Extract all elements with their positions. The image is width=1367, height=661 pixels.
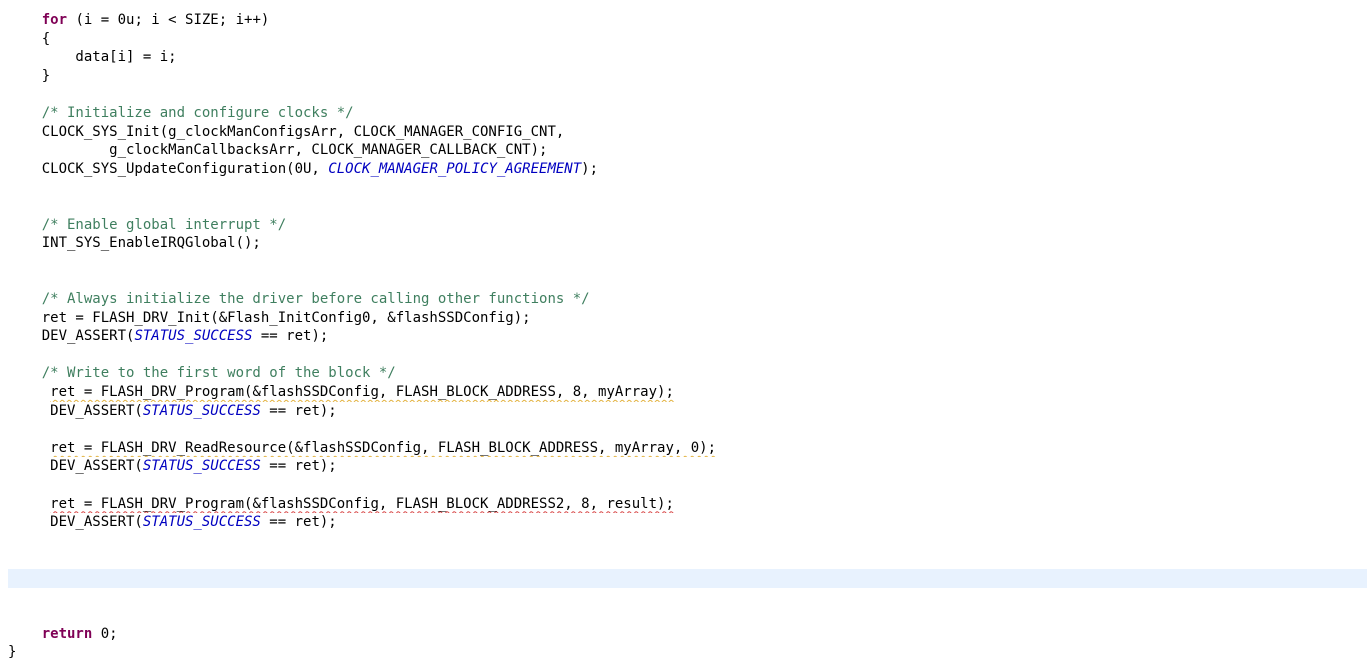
enum-constant-token: STATUS_SUCCESS xyxy=(142,514,261,531)
code-token: DEV_ASSERT( xyxy=(8,402,143,419)
code-line[interactable]: CLOCK_SYS_UpdateConfiguration(0U, CLOCK_… xyxy=(8,160,1367,179)
code-line[interactable]: g_clockManCallbacksArr, CLOCK_MANAGER_CA… xyxy=(8,141,1367,160)
code-line[interactable] xyxy=(8,253,1367,272)
code-line[interactable]: return 0; xyxy=(8,625,1367,644)
code-line[interactable] xyxy=(8,588,1367,607)
error-underlined-code: ret = FLASH_DRV_Program(&flashSSDConfig,… xyxy=(50,495,674,512)
code-line[interactable]: { xyxy=(8,30,1367,49)
code-token: { xyxy=(8,30,51,47)
enum-constant-token: STATUS_SUCCESS xyxy=(142,402,261,419)
code-token: DEV_ASSERT( xyxy=(8,328,135,345)
code-line[interactable] xyxy=(8,271,1367,290)
code-token: DEV_ASSERT( xyxy=(8,514,143,531)
code-token: == ret); xyxy=(260,458,337,475)
code-line[interactable]: /* Write to the first word of the block … xyxy=(8,364,1367,383)
current-line[interactable] xyxy=(8,569,1367,588)
code-line[interactable]: DEV_ASSERT(STATUS_SUCCESS == ret); xyxy=(8,457,1367,476)
keyword-token: for xyxy=(8,12,68,28)
code-line[interactable] xyxy=(8,85,1367,104)
code-token: 0; xyxy=(92,625,118,642)
code-line[interactable]: CLOCK_SYS_Init(g_clockManConfigsArr, CLO… xyxy=(8,123,1367,142)
code-line[interactable] xyxy=(8,550,1367,569)
comment-token: /* Write to the first word of the block … xyxy=(8,365,396,382)
code-line[interactable] xyxy=(8,346,1367,365)
code-editor[interactable]: for (i = 0u; i < SIZE; i++) { data[i] = … xyxy=(0,0,1367,661)
code-token: } xyxy=(8,644,17,661)
code-line[interactable]: /* Initialize and configure clocks */ xyxy=(8,104,1367,123)
code-line[interactable] xyxy=(8,197,1367,216)
code-token: g_clockManCallbacksArr, CLOCK_MANAGER_CA… xyxy=(8,142,548,159)
code-line[interactable]: DEV_ASSERT(STATUS_SUCCESS == ret); xyxy=(8,513,1367,532)
code-token: == ret); xyxy=(252,328,329,345)
code-line[interactable]: } xyxy=(8,67,1367,86)
code-token: ret = FLASH_DRV_Init(&Flash_InitConfig0,… xyxy=(8,309,531,326)
code-line[interactable]: /* Always initialize the driver before c… xyxy=(8,290,1367,309)
code-line[interactable] xyxy=(8,178,1367,197)
code-line[interactable] xyxy=(8,476,1367,495)
code-token: INT_SYS_EnableIRQGlobal(); xyxy=(8,235,261,252)
code-token: DEV_ASSERT( xyxy=(8,458,143,475)
code-line[interactable]: /* Enable global interrupt */ xyxy=(8,216,1367,235)
comment-token: /* Enable global interrupt */ xyxy=(8,216,287,233)
warning-underlined-code: ret = FLASH_DRV_ReadResource(&flashSSDCo… xyxy=(50,439,717,456)
comment-token: /* Always initialize the driver before c… xyxy=(8,291,590,307)
comment-token: /* Initialize and configure clocks */ xyxy=(8,105,354,121)
code-line[interactable]: for (i = 0u; i < SIZE; i++) xyxy=(8,11,1367,30)
code-line[interactable]: ret = FLASH_DRV_Init(&Flash_InitConfig0,… xyxy=(8,309,1367,328)
enum-constant-token: CLOCK_MANAGER_POLICY_AGREEMENT xyxy=(328,160,582,177)
code-line[interactable] xyxy=(8,532,1367,551)
enum-constant-token: STATUS_SUCCESS xyxy=(142,458,261,475)
enum-constant-token: STATUS_SUCCESS xyxy=(134,328,253,345)
code-line[interactable]: DEV_ASSERT(STATUS_SUCCESS == ret); xyxy=(8,327,1367,346)
code-token: ); xyxy=(581,160,599,177)
code-token: CLOCK_SYS_UpdateConfiguration(0U, xyxy=(8,160,329,177)
code-line[interactable]: INT_SYS_EnableIRQGlobal(); xyxy=(8,234,1367,253)
code-token: == ret); xyxy=(260,514,337,531)
code-token: CLOCK_SYS_Init(g_clockManConfigsArr, CLO… xyxy=(8,123,565,140)
warning-underlined-code: ret = FLASH_DRV_Program(&flashSSDConfig,… xyxy=(50,384,674,400)
code-token: } xyxy=(8,67,51,84)
code-line[interactable]: } xyxy=(8,643,1367,661)
code-line[interactable]: ret = FLASH_DRV_Program(&flashSSDConfig,… xyxy=(8,495,1367,514)
keyword-token: return xyxy=(8,625,93,642)
code-token: data[i] = i; xyxy=(8,49,177,66)
code-line[interactable]: ret = FLASH_DRV_Program(&flashSSDConfig,… xyxy=(8,383,1367,402)
code-token: (i = 0u; i < SIZE; i++) xyxy=(67,12,270,28)
code-line[interactable]: DEV_ASSERT(STATUS_SUCCESS == ret); xyxy=(8,402,1367,421)
code-line[interactable]: ret = FLASH_DRV_ReadResource(&flashSSDCo… xyxy=(8,439,1367,458)
code-token: == ret); xyxy=(260,402,337,419)
code-line[interactable] xyxy=(8,420,1367,439)
code-line[interactable] xyxy=(8,606,1367,625)
code-line[interactable]: data[i] = i; xyxy=(8,48,1367,67)
